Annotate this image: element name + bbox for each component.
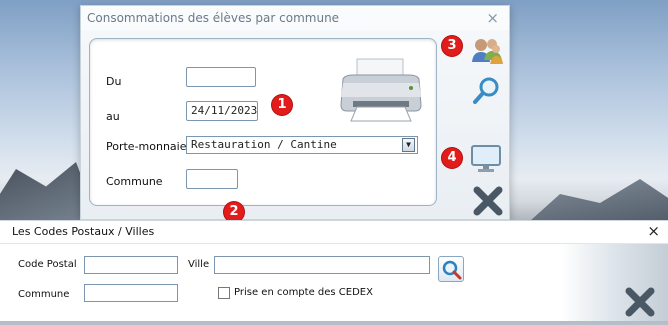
badge-4: 4 — [442, 148, 462, 168]
du-label: Du — [106, 75, 122, 88]
users-icon[interactable] — [470, 36, 504, 70]
porte-monnaie-label: Porte-monnaie — [106, 140, 187, 153]
monitor-icon[interactable] — [470, 144, 504, 178]
bottom-body: Code Postal Ville Commune Prise en compt… — [0, 243, 668, 321]
bottom-window-title: Les Codes Postaux / Villes — [12, 225, 155, 238]
codes-postaux-window: Les Codes Postaux / Villes × Code Postal… — [0, 220, 668, 321]
chevron-down-icon[interactable]: ▼ — [402, 138, 415, 152]
close-x-icon[interactable] — [473, 186, 507, 220]
code-postal-input[interactable] — [84, 256, 178, 274]
badge-2: 2 — [224, 202, 244, 222]
porte-monnaie-select[interactable]: Restauration / Cantine ▼ — [186, 136, 418, 154]
cedex-label: Prise en compte des CEDEX — [234, 287, 373, 298]
commune-label-bottom: Commune — [18, 289, 70, 300]
printer-icon[interactable] — [335, 57, 427, 125]
form-panel: Du au 24/11/2023 Porte-monnaie Restaurat… — [89, 38, 437, 206]
search-icon[interactable] — [472, 76, 506, 110]
main-titlebar: Consommations des élèves par commune — [81, 6, 509, 30]
commune-input-bottom[interactable] — [84, 284, 178, 302]
bottom-close-button[interactable]: × — [647, 222, 660, 240]
badge-1: 1 — [272, 95, 292, 115]
badge-3: 3 — [442, 36, 462, 56]
porte-monnaie-value: Restauration / Cantine — [191, 138, 337, 151]
ville-input[interactable] — [214, 256, 430, 274]
right-toolbar — [521, 34, 589, 224]
main-window-title: Consommations des élèves par commune — [87, 11, 340, 25]
au-label: au — [106, 110, 120, 123]
au-input[interactable]: 24/11/2023 — [186, 101, 258, 121]
search-icon — [442, 260, 462, 280]
commune-input[interactable] — [186, 169, 238, 189]
cedex-checkbox[interactable] — [218, 287, 230, 299]
bottom-titlebar: Les Codes Postaux / Villes — [0, 221, 668, 243]
close-x-icon-bottom[interactable] — [624, 286, 656, 318]
main-close-button[interactable]: × — [486, 9, 499, 27]
commune-label: Commune — [106, 175, 163, 188]
ville-label: Ville — [188, 259, 210, 270]
code-postal-label: Code Postal — [18, 259, 77, 270]
du-input[interactable] — [186, 67, 256, 87]
search-ville-button[interactable] — [438, 256, 464, 282]
